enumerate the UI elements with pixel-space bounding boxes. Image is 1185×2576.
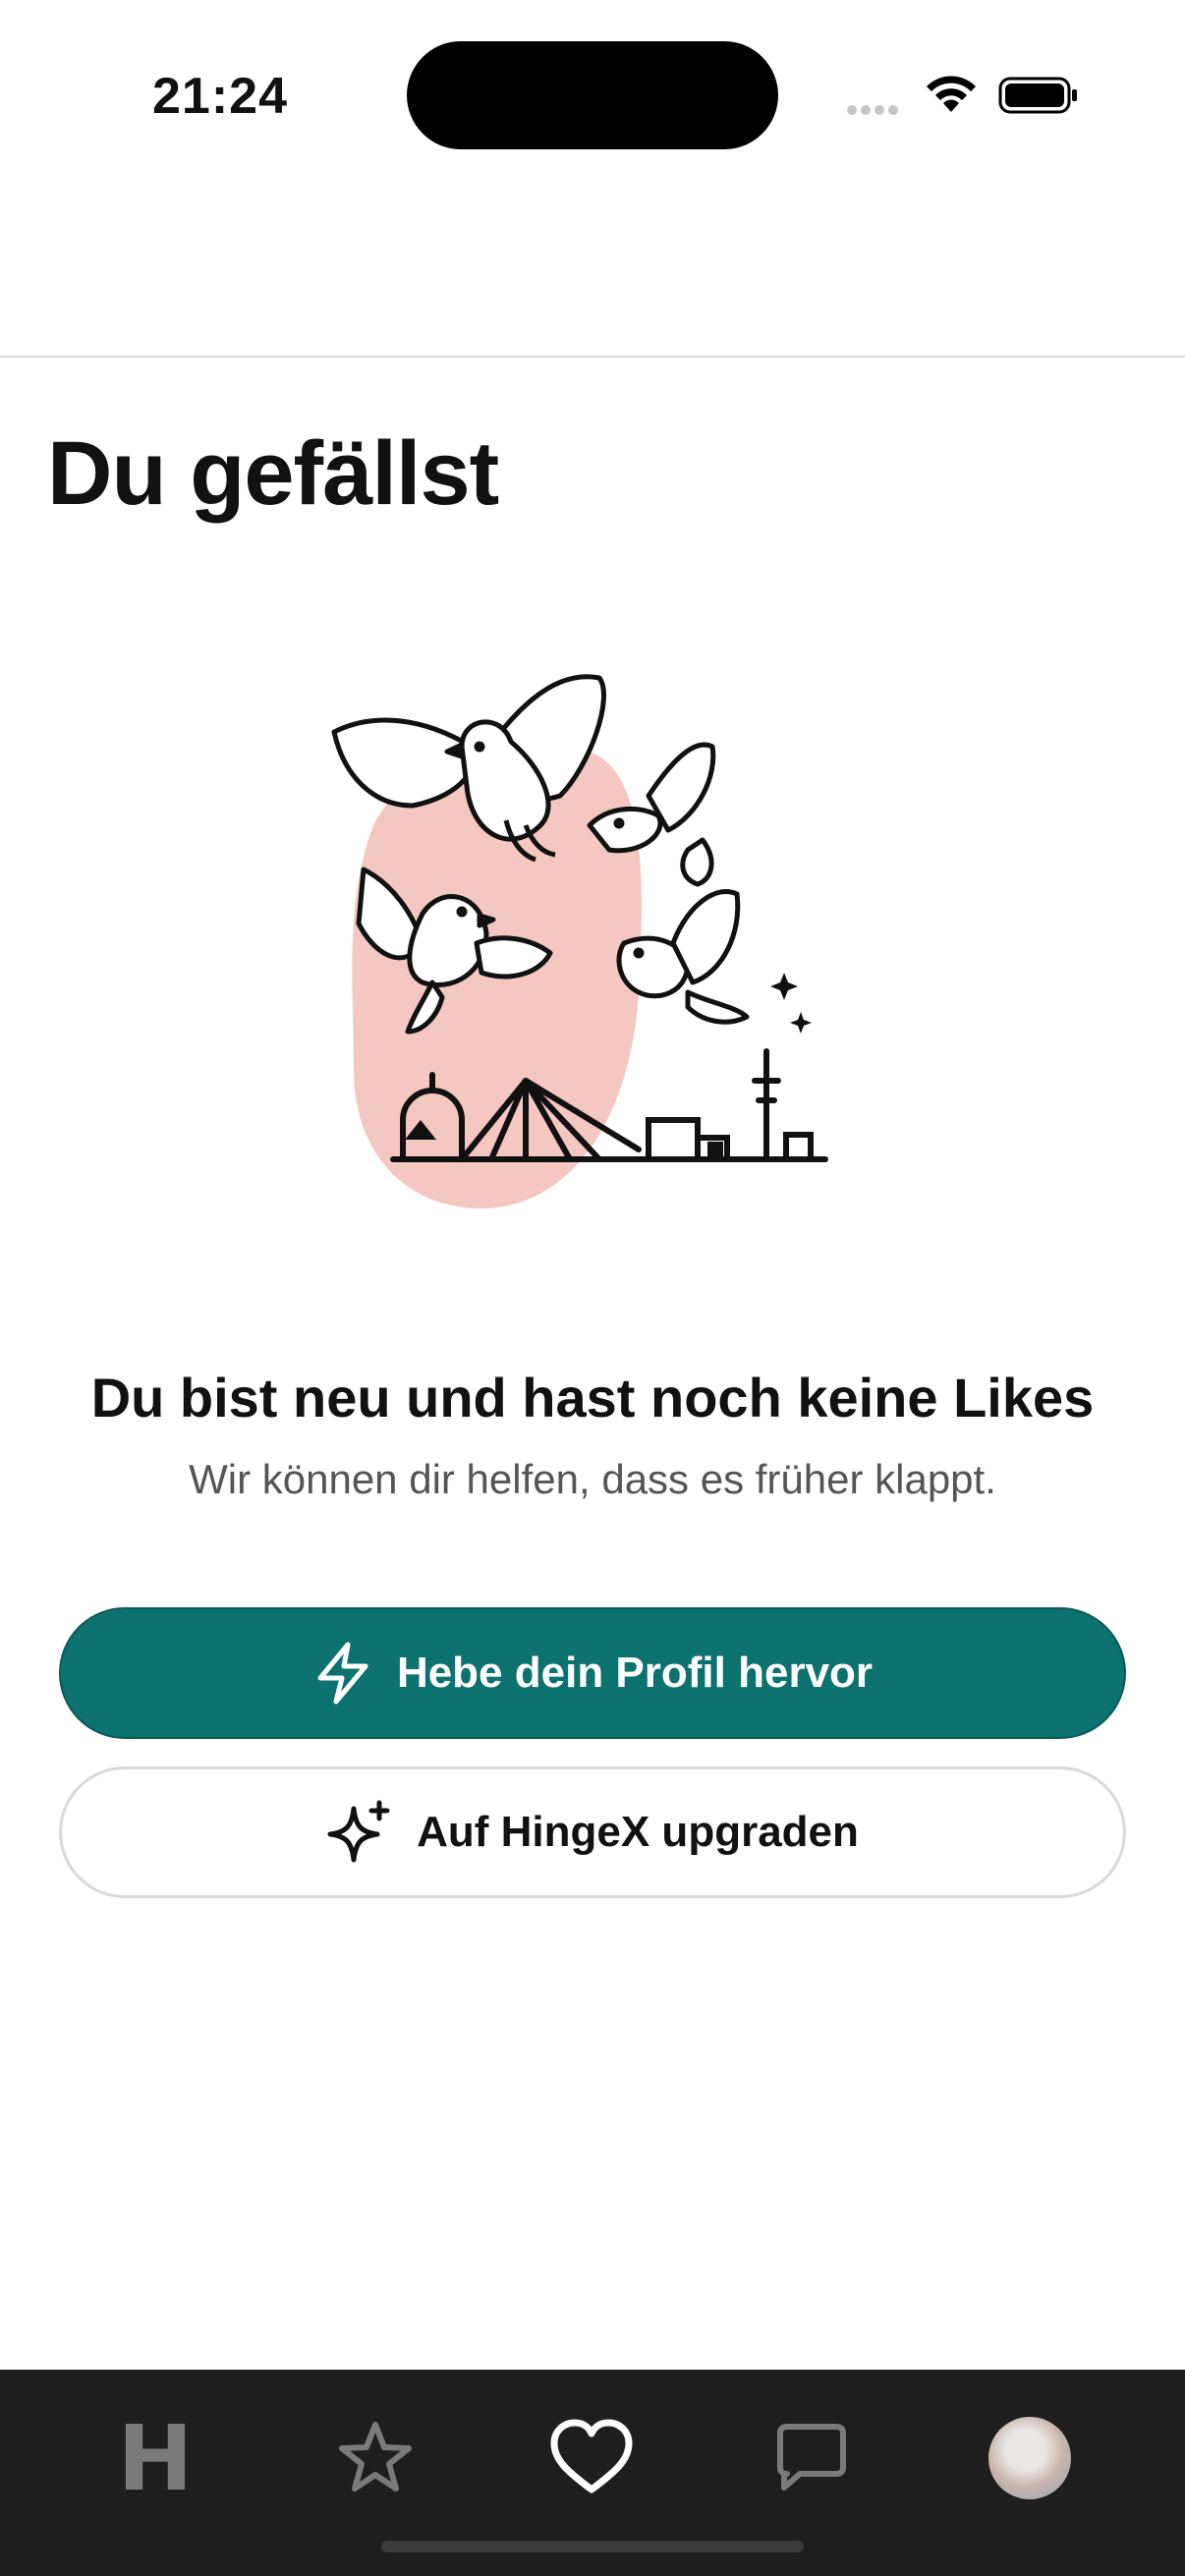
star-icon — [339, 2422, 412, 2492]
hinge-logo-icon: H — [117, 2405, 194, 2511]
tab-home[interactable]: H — [106, 2406, 204, 2511]
cellular-signal-icon — [847, 102, 902, 120]
tab-standouts[interactable] — [326, 2409, 424, 2507]
chat-icon — [777, 2424, 846, 2491]
home-indicator — [381, 2541, 804, 2552]
empty-state-title: Du bist neu und hast noch keine Likes — [90, 1367, 1095, 1428]
upgrade-hingex-label: Auf HingeX upgraden — [417, 1808, 859, 1856]
status-bar: 21:24 — [0, 0, 1185, 187]
upgrade-hingex-button[interactable]: Auf HingeX upgraden — [59, 1766, 1126, 1898]
avatar — [988, 2417, 1071, 2499]
doves-city-illustration — [331, 674, 828, 1208]
status-time: 21:24 — [152, 68, 288, 125]
page-title: Du gefällst — [47, 423, 499, 524]
boost-profile-button[interactable]: Hebe dein Profil hervor — [59, 1607, 1126, 1739]
dynamic-island — [407, 41, 778, 149]
boost-profile-label: Hebe dein Profil hervor — [396, 1649, 874, 1697]
lightning-icon — [317, 1642, 368, 1705]
header-divider — [0, 356, 1185, 358]
battery-icon — [998, 77, 1077, 114]
tab-matches[interactable] — [762, 2409, 861, 2507]
wifi-icon — [927, 76, 976, 112]
heart-icon — [550, 2419, 633, 2493]
tab-likes[interactable] — [542, 2409, 641, 2507]
empty-state-subtitle: Wir können dir helfen, dass es früher kl… — [189, 1456, 996, 1502]
tab-profile[interactable] — [981, 2409, 1079, 2507]
sparkle-icon — [327, 1800, 390, 1863]
